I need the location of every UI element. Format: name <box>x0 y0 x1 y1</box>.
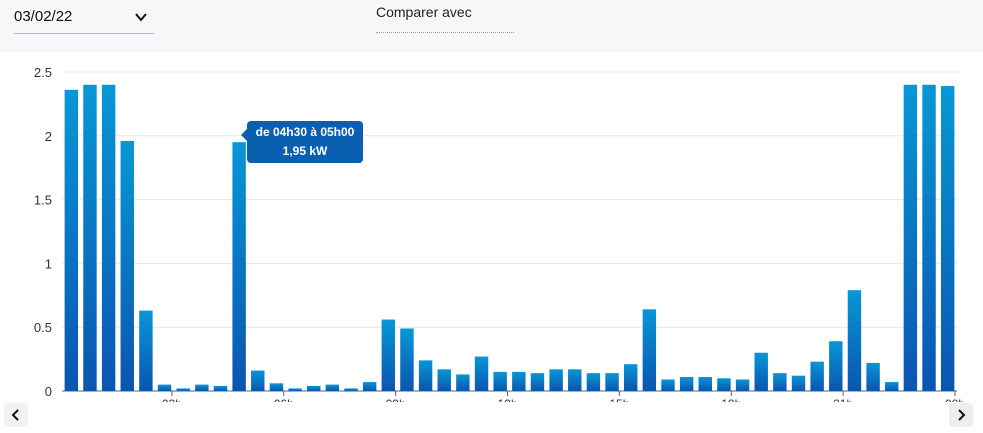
bar-02h30[interactable] <box>157 384 172 391</box>
date-value: 03/02/22 <box>14 8 73 25</box>
x-tick-label: 06h <box>274 397 294 402</box>
bar-21h30[interactable] <box>866 362 880 391</box>
bar-19h00[interactable] <box>773 373 787 391</box>
bars <box>64 84 955 391</box>
bar-17h00[interactable] <box>698 376 712 391</box>
bar-16h30[interactable] <box>679 376 694 391</box>
tooltip-period: de 04h30 à 05h00 <box>255 125 355 139</box>
bar-14h00[interactable] <box>586 373 601 391</box>
bar-20h00[interactable] <box>810 361 824 391</box>
x-axis-ticks: 03h 06h 09h 12h 15h 18h 21h 00h <box>162 391 965 402</box>
x-tick-label: 09h <box>386 397 406 402</box>
y-tick-label: 0.5 <box>34 320 52 335</box>
bar-10h00[interactable] <box>437 369 451 391</box>
bar-01h00[interactable] <box>101 84 116 391</box>
y-tick-label: 2 <box>45 129 52 144</box>
bar-05h30[interactable] <box>269 383 284 391</box>
bar-19h30[interactable] <box>791 375 806 391</box>
bar-01h30[interactable] <box>120 140 134 391</box>
bar-15h00[interactable] <box>623 364 638 391</box>
bar-08h00[interactable] <box>362 382 377 391</box>
bar-02h00[interactable] <box>139 310 153 391</box>
bar-22h30[interactable] <box>903 84 918 391</box>
bar-04h30[interactable] <box>232 142 246 391</box>
bar-04h00[interactable] <box>213 385 228 391</box>
bar-11h30[interactable] <box>493 371 507 391</box>
bar-10h30[interactable] <box>456 374 470 391</box>
bar-18h00[interactable] <box>735 379 750 391</box>
bar-17h30[interactable] <box>717 378 731 391</box>
y-tick-label: 0 <box>45 384 52 399</box>
x-tick-label: 15h <box>609 397 629 402</box>
bar-20h30[interactable] <box>829 341 843 391</box>
bar-15h30[interactable] <box>642 309 657 391</box>
x-tick-label: 18h <box>721 397 741 402</box>
bar-06h00[interactable] <box>288 388 302 391</box>
bar-13h00[interactable] <box>549 369 563 391</box>
bar-22h00[interactable] <box>885 382 899 391</box>
bar-tooltip: de 04h30 à 05h00 1,95 kW <box>241 121 363 163</box>
chevron-right-icon <box>958 409 966 421</box>
bar-03h00[interactable] <box>176 388 190 391</box>
previous-day-button[interactable] <box>4 403 28 427</box>
bar-21h00[interactable] <box>847 290 862 391</box>
x-tick-label: 21h <box>833 397 853 402</box>
bar-06h30[interactable] <box>307 385 321 391</box>
y-axis-ticks: 0 0.5 1 1.5 2 2.5 <box>34 65 52 399</box>
bar-23h00[interactable] <box>922 84 936 391</box>
bar-14h30[interactable] <box>605 373 619 391</box>
bar-12h30[interactable] <box>530 373 545 391</box>
bar-00h30[interactable] <box>83 84 97 391</box>
bar-23h30[interactable] <box>940 86 955 391</box>
x-tick-label: 12h <box>497 397 517 402</box>
y-tick-label: 1 <box>45 256 52 271</box>
x-tick-label: 03h <box>162 397 182 402</box>
y-tick-label: 2.5 <box>34 65 52 80</box>
bar-00h00[interactable] <box>64 89 79 391</box>
bar-12h00[interactable] <box>512 371 526 391</box>
toolbar: 03/02/22 Comparer avec <box>0 0 983 52</box>
next-day-button[interactable] <box>949 403 973 427</box>
bar-07h00[interactable] <box>325 384 340 391</box>
bar-13h30[interactable] <box>568 369 582 391</box>
bar-08h30[interactable] <box>381 319 396 391</box>
bar-03h30[interactable] <box>195 384 209 391</box>
date-dropdown[interactable]: 03/02/22 <box>14 4 154 34</box>
bar-09h30[interactable] <box>418 360 433 391</box>
compare-input[interactable] <box>376 24 514 33</box>
bar-16h00[interactable] <box>661 379 675 391</box>
bar-07h30[interactable] <box>344 388 358 391</box>
chevron-down-icon <box>135 13 147 22</box>
y-tick-label: 1.5 <box>34 193 52 208</box>
bar-09h00[interactable] <box>400 328 414 391</box>
x-tick-label: 00h <box>945 397 965 402</box>
consumption-bar-chart: 0 0.5 1 1.5 2 2.5 03h 06h 09h 12h 15h 18h 21h 00h <box>34 65 965 402</box>
compare-label: Comparer avec <box>376 4 472 20</box>
bar-11h00[interactable] <box>474 356 489 391</box>
bar-18h30[interactable] <box>754 352 768 391</box>
tooltip-value: 1,95 kW <box>282 144 328 158</box>
chevron-left-icon <box>11 409 19 421</box>
grid-lines <box>62 71 957 392</box>
bar-05h00[interactable] <box>251 370 265 391</box>
